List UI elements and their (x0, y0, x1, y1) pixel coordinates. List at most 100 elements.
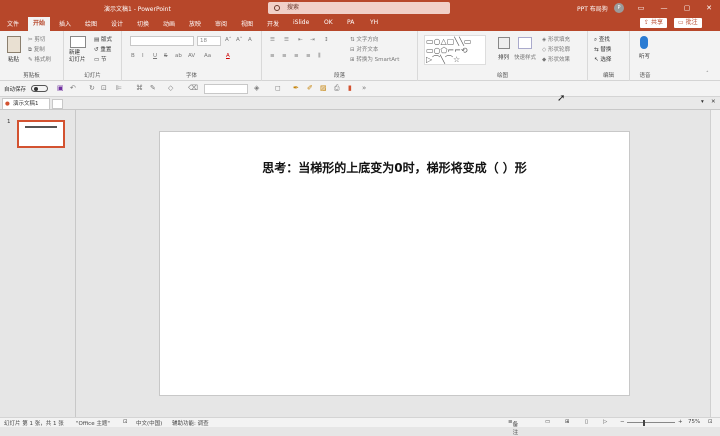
search-box[interactable]: 搜索 (268, 2, 450, 14)
reset-button[interactable]: ↺ 重置 (94, 45, 111, 53)
font-color-button[interactable]: A (226, 53, 230, 59)
avatar[interactable]: P (614, 3, 624, 13)
decrease-indent-icon[interactable]: ⇤ (298, 37, 303, 43)
tab-slideshow[interactable]: 放映 (189, 19, 201, 28)
new-slide-icon[interactable] (70, 36, 86, 48)
increase-indent-icon[interactable]: ⇥ (310, 37, 315, 43)
undo-icon[interactable]: ↶ (70, 84, 76, 92)
numbering-icon[interactable]: ☰ (284, 37, 289, 43)
ribbon-display-icon[interactable]: ▭ (634, 2, 648, 14)
tab-animations[interactable]: 动画 (163, 19, 175, 28)
qat-font-combo[interactable] (204, 84, 248, 94)
zoom-in-icon[interactable]: + (678, 419, 683, 425)
layout-button[interactable]: ▤ 版式 (94, 35, 112, 43)
office-icon[interactable]: ▮ (348, 84, 352, 92)
pen-icon[interactable]: ✎ (150, 84, 156, 92)
tab-menu-icon[interactable]: ▾ (701, 99, 704, 105)
collapse-ribbon-icon[interactable]: ˄ (706, 71, 709, 77)
font-size-combo[interactable]: 18 (197, 36, 221, 46)
new-slide-label[interactable]: 新建 幻灯片 (69, 50, 86, 64)
tab-pa[interactable]: PA (347, 19, 354, 26)
accessibility-status[interactable]: 辅助功能: 调查 (172, 419, 209, 427)
tab-home[interactable]: 开始 (28, 17, 51, 31)
tab-transitions[interactable]: 切换 (137, 19, 149, 28)
new-doc-tab-button[interactable] (52, 99, 63, 109)
shape-outline-button[interactable]: ◇ 形状轮廓 (542, 45, 570, 53)
align-left-icon[interactable]: ≡ (270, 53, 275, 59)
select-button[interactable]: ↖ 选择 (594, 55, 611, 63)
spell-check-icon[interactable]: ⊡ (123, 419, 128, 425)
eraser-icon[interactable]: ⌫ (188, 84, 198, 92)
fit-to-window-icon[interactable]: ⊡ (708, 419, 713, 425)
clear-format-icon[interactable]: A (248, 37, 252, 43)
format-painter-button[interactable]: ✎ 格式刷 (28, 55, 51, 63)
copy-button[interactable]: ⧉ 复制 (28, 45, 45, 54)
grow-font-icon[interactable]: A˄ (225, 37, 232, 43)
bold-button[interactable]: B (131, 53, 135, 59)
restore-icon[interactable]: ▢ (680, 2, 694, 14)
font-name-combo[interactable] (130, 36, 194, 46)
ungroup-icon[interactable]: ⌘ (136, 84, 143, 92)
arrange-label[interactable]: 排列 (498, 53, 509, 61)
doc-tab[interactable]: ● 演示文稿1 (2, 98, 50, 110)
quick-styles-icon[interactable] (518, 37, 532, 49)
shape-effects-button[interactable]: ◆ 形状效果 (542, 55, 570, 63)
shape-icon[interactable]: ◈ (254, 84, 259, 92)
close-icon[interactable]: ✕ (702, 2, 716, 14)
outline-icon[interactable]: ◻ (275, 84, 281, 92)
tab-review[interactable]: 审阅 (215, 19, 227, 28)
start-from-beginning-icon[interactable]: ⊡ (101, 84, 107, 92)
justify-icon[interactable]: ≡ (306, 53, 311, 59)
user-name[interactable]: PPT 布局狗 (577, 4, 608, 13)
dictate-label[interactable]: 听写 (639, 52, 650, 60)
zoom-level[interactable]: 75% (688, 419, 700, 425)
slide-thumbnail[interactable] (17, 120, 65, 148)
find-button[interactable]: ⌕ 查找 (594, 35, 610, 44)
shadow-button[interactable]: ab (175, 53, 182, 59)
tab-yh[interactable]: YH (370, 19, 378, 26)
tab-design[interactable]: 设计 (111, 19, 123, 28)
align-text-button[interactable]: ⊟ 对齐文本 (350, 45, 378, 53)
slide-title[interactable]: 思考：当梯形的上底变为0时，梯形将变成（ ）形 (160, 159, 629, 176)
align-right-icon[interactable]: ≡ (294, 53, 299, 59)
paste-icon[interactable] (7, 36, 21, 53)
slide[interactable]: 思考：当梯形的上底变为0时，梯形将变成（ ）形 (159, 131, 630, 396)
microphone-icon[interactable] (640, 36, 648, 49)
tab-close-icon[interactable]: ✕ (711, 99, 716, 105)
shrink-font-icon[interactable]: A˅ (236, 37, 243, 43)
picture-icon[interactable]: ▨ (320, 84, 327, 92)
reading-view-icon[interactable]: ▯ (585, 419, 588, 425)
tab-view[interactable]: 视图 (241, 19, 253, 28)
bullets-icon[interactable]: ☰ (270, 37, 275, 43)
replace-button[interactable]: ⇆ 替换 (594, 45, 611, 53)
tab-insert[interactable]: 插入 (59, 19, 71, 28)
normal-view-icon[interactable]: ▭ (545, 419, 550, 425)
save-icon[interactable]: ▣ (57, 84, 64, 92)
fill-icon[interactable]: ◇ (168, 84, 173, 92)
shapes-gallery[interactable]: ▭○△▢╲╲▭ ▭○⬠⌐⌐⟲ ▷⌒╲⌒☆ (424, 35, 486, 65)
tab-islide[interactable]: iSlide (293, 19, 309, 26)
comments-button[interactable]: ▭ 批注 (674, 18, 702, 28)
char-spacing-button[interactable]: AV (188, 53, 195, 59)
vertical-scrollbar[interactable] (710, 110, 720, 417)
text-direction-button[interactable]: ⇅ 文字方向 (350, 35, 378, 43)
section-button[interactable]: ▭ 节 (94, 55, 106, 63)
underline-button[interactable]: U (153, 53, 157, 59)
line-spacing-icon[interactable]: ↕ (324, 37, 329, 43)
cut-button[interactable]: ✂ 剪切 (28, 35, 45, 43)
smartart-button[interactable]: ⊞ 转换为 SmartArt (350, 55, 399, 63)
arrange-icon[interactable] (498, 37, 510, 49)
brush-icon[interactable]: ✐ (307, 84, 313, 92)
minimize-icon[interactable]: — (657, 2, 671, 14)
strikethrough-button[interactable]: S (164, 53, 168, 59)
tab-file[interactable]: 文件 (7, 19, 19, 28)
align-icon[interactable]: ⊫ (116, 84, 122, 92)
paste-label[interactable]: 粘贴 (8, 55, 19, 63)
zoom-out-icon[interactable]: − (620, 419, 625, 425)
slide-sorter-icon[interactable]: ⊞ (565, 419, 570, 425)
shape-fill-button[interactable]: ◈ 形状填充 (542, 35, 570, 43)
tab-developer[interactable]: 开发 (267, 19, 279, 28)
zoom-slider[interactable] (627, 422, 675, 423)
eyedropper-icon[interactable]: ✒ (293, 84, 299, 92)
autosave-toggle[interactable] (31, 85, 48, 92)
